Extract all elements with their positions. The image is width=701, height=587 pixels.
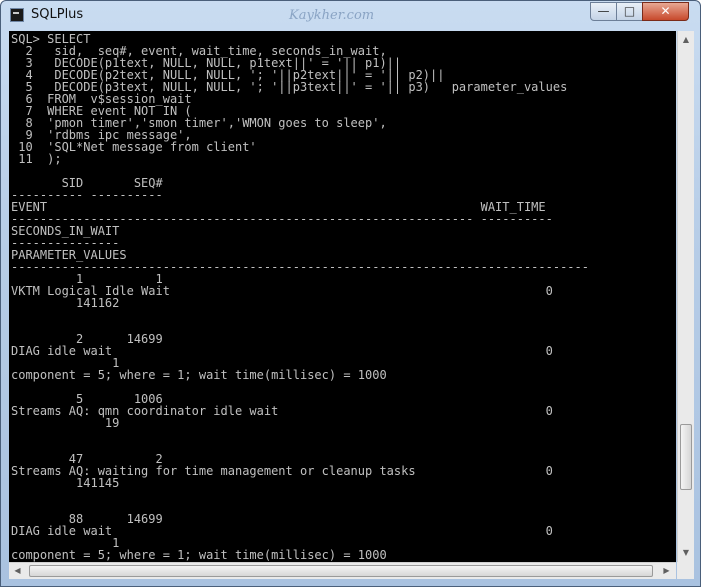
window-title: SQLPlus (31, 7, 84, 22)
console-line: 141162 (11, 296, 120, 310)
console-line: component = 5; where = 1; wait time(mill… (11, 368, 387, 382)
close-button[interactable]: ✕ (642, 2, 689, 21)
scroll-left-icon[interactable]: ◀ (9, 563, 26, 579)
horizontal-scroll-thumb[interactable] (29, 565, 653, 577)
vertical-scroll-thumb[interactable] (680, 424, 692, 490)
maximize-button[interactable]: □ (616, 2, 643, 21)
title-bar[interactable]: SQLPlus Kaykher.com — □ ✕ (1, 1, 700, 31)
console-line: component = 5; where = 1; wait time(mill… (11, 548, 387, 562)
console-app-icon (10, 8, 24, 22)
console-line: 141145 (11, 476, 120, 490)
scroll-down-icon[interactable]: ▼ (678, 544, 694, 561)
watermark: Kaykher.com (289, 8, 375, 23)
console-line: 19 (11, 416, 120, 430)
vertical-scrollbar[interactable]: ▲ ▼ (677, 31, 694, 562)
scroll-right-icon[interactable]: ▶ (658, 563, 675, 579)
horizontal-scrollbar[interactable]: ◀ ▶ (9, 562, 676, 579)
console-text: SQL> SELECT 2 sid, seq#, event, wait_tim… (9, 31, 676, 561)
console-line: 11 ); (11, 152, 62, 166)
scroll-up-icon[interactable]: ▲ (678, 31, 694, 48)
minimize-button[interactable]: — (590, 2, 617, 21)
console-line: 10 'SQL*Net message from client' (11, 140, 257, 154)
sqlplus-window: SQLPlus Kaykher.com — □ ✕ SQL> SELECT 2 … (0, 0, 701, 587)
scrollbar-corner (677, 562, 694, 579)
console-output[interactable]: SQL> SELECT 2 sid, seq#, event, wait_tim… (9, 31, 676, 562)
